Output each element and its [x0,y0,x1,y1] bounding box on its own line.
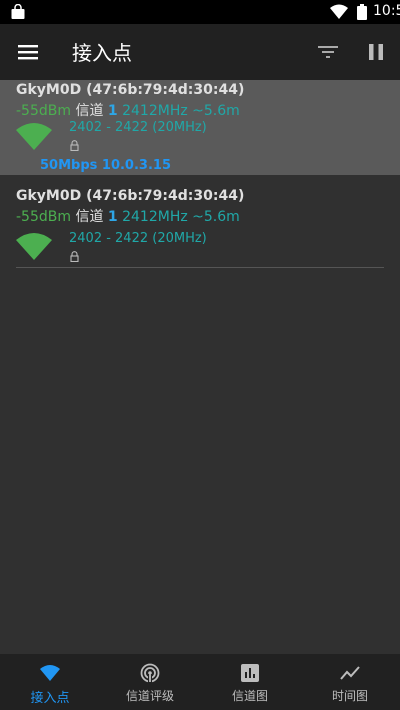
bar-chart-icon [241,664,259,682]
wifi-status-icon [330,4,348,19]
ap-frequency-range: 2402 - 2422 (20MHz) [69,231,207,246]
radar-icon [140,663,160,683]
bottom-navigation: 接入点 信道评级 信道图 时间图 [0,654,400,710]
tab-channel-rating[interactable]: 信道评级 [100,654,200,710]
wifi-signal-icon [16,123,52,150]
tab-time-graph[interactable]: 时间图 [300,654,400,710]
ap-name: GkyM0D (47:6b:79:4d:30:44) [16,82,245,98]
app-bar: 接入点 [0,24,400,80]
tab-label: 信道评级 [125,689,174,703]
list-divider [16,267,384,268]
tab-label: 时间图 [331,689,368,703]
ap-frequency: 2412MHz [122,103,188,119]
page-title: 接入点 [72,41,132,65]
status-time: 10:51 [373,3,400,19]
access-point-item[interactable]: GkyM0D (47:6b:79:4d:30:44) -55dBm 信道 1 2… [0,80,400,175]
ap-channel-label: 信道 [75,209,104,225]
ap-frequency-range: 2402 - 2422 (20MHz) [69,120,207,135]
line-chart-icon [340,666,360,680]
ap-distance: ~5.6m [192,209,240,225]
status-bar: 10:51 [0,0,400,24]
tab-label: 信道图 [231,689,268,703]
ap-rssi: -55dBm [16,103,71,119]
filter-icon[interactable] [318,42,338,62]
tab-label: 接入点 [30,691,70,706]
menu-icon[interactable] [18,42,38,62]
pause-icon[interactable] [367,42,385,62]
wifi-icon [40,665,60,681]
ap-channel-label: 信道 [75,103,104,119]
ap-channel: 1 [107,103,118,119]
ap-signal-row: -55dBm 信道 1 2412MHz ~5.6m [16,206,240,226]
shopping-bag-icon [11,4,25,19]
wifi-signal-icon [16,233,52,260]
battery-icon [357,4,367,20]
ap-signal-row: -55dBm 信道 1 2412MHz ~5.6m [16,100,240,120]
tab-access-points[interactable]: 接入点 [0,654,100,710]
lock-icon [70,251,79,262]
ap-rssi: -55dBm [16,209,71,225]
ap-distance: ~5.6m [192,103,240,119]
ap-frequency: 2412MHz [122,209,188,225]
tab-channel-graph[interactable]: 信道图 [200,654,300,710]
ap-connection-details: 50Mbps 10.0.3.15 [40,158,171,173]
lock-icon [70,140,79,151]
ap-name: GkyM0D (47:6b:79:4d:30:44) [16,188,245,204]
ap-channel: 1 [107,209,118,225]
access-point-item[interactable]: GkyM0D (47:6b:79:4d:30:44) -55dBm 信道 1 2… [0,186,400,268]
